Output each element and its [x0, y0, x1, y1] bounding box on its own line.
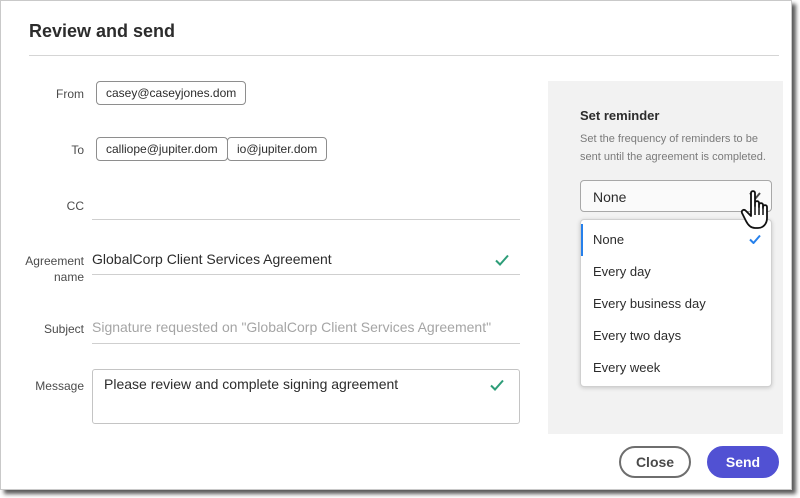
from-label: From: [56, 87, 84, 101]
selected-check-icon: [749, 234, 761, 244]
message-check-icon: [490, 379, 504, 391]
subject-underline: [92, 343, 520, 344]
to-label: To: [71, 143, 84, 157]
agreement-name-label-line2: name: [53, 270, 84, 284]
reminder-title: Set reminder: [580, 108, 660, 123]
agreement-name-input[interactable]: GlobalCorp Client Services Agreement: [92, 251, 332, 267]
agreement-name-check-icon: [495, 254, 509, 266]
message-label: Message: [35, 379, 84, 393]
reminder-option-every-business-day[interactable]: Every business day: [581, 288, 771, 320]
reminder-option-label: Every business day: [593, 296, 706, 311]
title-divider: [29, 55, 779, 56]
subject-input[interactable]: Signature requested on "GlobalCorp Clien…: [92, 319, 491, 335]
cc-underline: [92, 219, 520, 220]
to-chip-calliope[interactable]: calliope@jupiter.dom: [96, 137, 228, 161]
close-button[interactable]: Close: [619, 446, 691, 478]
reminder-option-every-week[interactable]: Every week: [581, 352, 771, 384]
reminder-option-label: Every week: [593, 360, 661, 375]
dialog-title: Review and send: [29, 21, 176, 41]
review-send-dialog: Review and send From casey@caseyjones.do…: [0, 0, 792, 490]
reminder-option-every-two-days[interactable]: Every two days: [581, 320, 771, 352]
message-textarea[interactable]: Please review and complete signing agree…: [92, 369, 520, 424]
to-chip-io[interactable]: io@jupiter.dom: [227, 137, 328, 161]
reminder-option-every-day[interactable]: Every day: [581, 256, 771, 288]
reminder-option-label: None: [593, 232, 625, 247]
cc-input[interactable]: [92, 195, 520, 217]
message-text: Please review and complete signing agree…: [104, 376, 399, 392]
reminder-option-label: Every two days: [593, 328, 682, 343]
cc-label: CC: [66, 199, 84, 213]
send-button[interactable]: Send: [707, 446, 779, 478]
reminder-description: Set the frequency of reminders to be sen…: [580, 133, 766, 163]
agreement-name-label-line1: Agreement: [25, 254, 84, 268]
reminder-select-value: None: [593, 189, 627, 205]
from-chip[interactable]: casey@caseyjones.dom: [96, 81, 247, 105]
hand-cursor-icon: [740, 190, 768, 229]
reminder-option-label: Every day: [593, 264, 651, 279]
agreement-name-underline: [92, 274, 520, 275]
reminder-dropdown-menu: None Every day Every business day Every …: [580, 219, 772, 387]
subject-label: Subject: [43, 322, 84, 336]
